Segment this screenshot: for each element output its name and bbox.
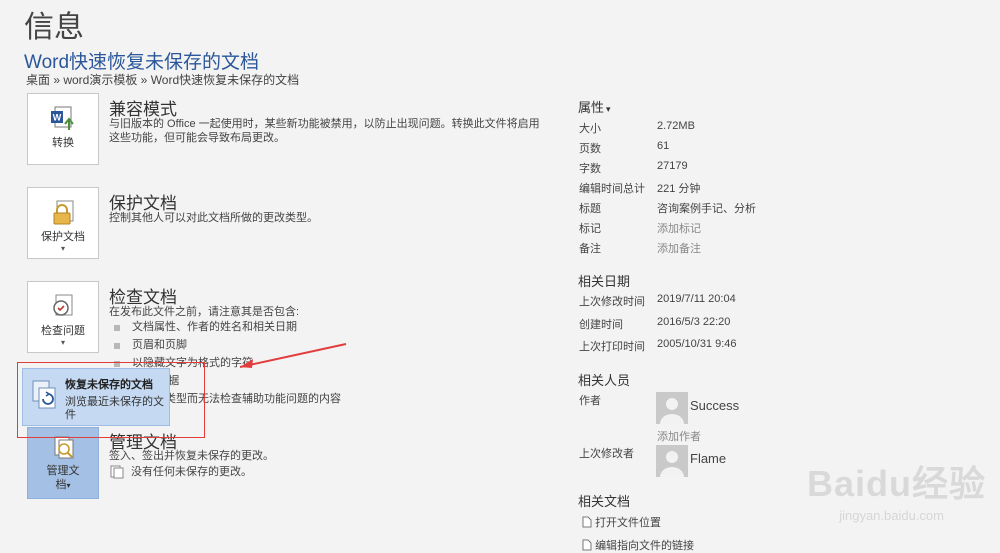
property-value: 2.72MB [657,120,695,132]
property-key: 页数 [579,143,601,155]
property-key: 字数 [579,163,601,175]
last-modified-by-label: 上次修改者 [579,448,634,460]
add-tag-field[interactable]: 添加标记 [657,220,701,236]
related-documents-heading: 相关文档 [578,494,631,509]
property-value: 221 分钟 [657,183,701,195]
related-dates-heading: 相关日期 [578,274,631,289]
person-icon [660,398,684,424]
author-label: 作者 [579,395,601,407]
date-value: 2005/10/31 9:46 [657,338,737,350]
property-value: 61 [657,140,670,152]
watermark-url: jingyan.baidu.com [839,508,944,523]
author-name: Success [690,398,740,413]
add-author-link[interactable]: 添加作者 [657,428,701,444]
avatar [656,392,688,424]
date-key: 上次修改时间 [579,296,645,308]
avatar [656,445,688,477]
file-icon [582,516,592,528]
open-file-location-link[interactable]: 打开文件位置 [582,514,661,530]
related-people-heading: 相关人员 [578,373,631,388]
file-icon [582,539,592,551]
date-value: 2019/7/11 20:04 [657,293,736,305]
edit-links-to-files-link[interactable]: 编辑指向文件的链接 [582,537,694,553]
property-key: 标记 [579,223,601,235]
person-icon [660,451,684,477]
last-modified-name: Flame [690,451,727,466]
property-value: 27179 [657,160,688,172]
date-value: 2016/5/3 22:20 [657,316,731,328]
date-key: 创建时间 [579,319,623,331]
property-key: 备注 [579,243,601,255]
property-key: 大小 [579,123,601,135]
date-key: 上次打印时间 [579,341,645,353]
chevron-down-icon: ▾ [606,104,611,114]
property-key: 标题 [579,203,601,215]
title-property-field[interactable]: 咨询案例手记、分析 [657,200,756,216]
baidu-jingyan-watermark: Baidu经验 [806,463,986,504]
add-comment-field[interactable]: 添加备注 [657,240,701,256]
properties-heading[interactable]: 属性 ▾ [578,97,611,116]
property-key: 编辑时间总计 [579,183,645,195]
